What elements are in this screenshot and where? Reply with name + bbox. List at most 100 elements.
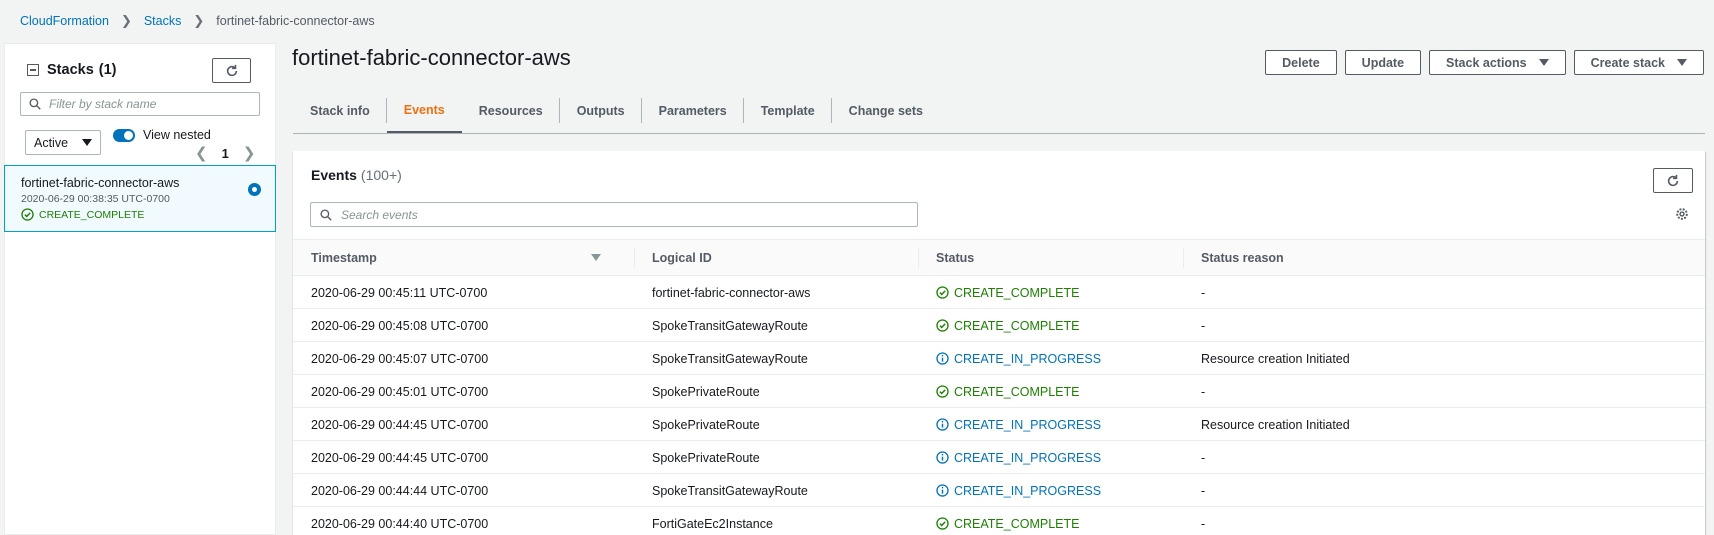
breadcrumb-stacks[interactable]: Stacks: [144, 14, 182, 28]
info-circle-icon[interactable]: [936, 451, 949, 464]
update-button[interactable]: Update: [1344, 50, 1422, 75]
status-cell: CREATE_COMPLETE: [936, 276, 1080, 309]
status-text: CREATE_IN_PROGRESS: [954, 483, 1102, 498]
check-circle-icon: [936, 286, 949, 299]
column-header-status-reason[interactable]: Status reason: [1183, 240, 1284, 275]
caret-down-icon: [1538, 59, 1549, 66]
delete-button[interactable]: Delete: [1265, 50, 1337, 75]
events-title: Events: [311, 167, 357, 183]
caret-down-icon: [1677, 59, 1687, 66]
create-stack-dropdown[interactable]: Create stack: [1573, 50, 1704, 75]
view-nested-control: View nested: [113, 128, 211, 142]
status-cell: CREATE_IN_PROGRESS: [936, 474, 1101, 507]
status-cell: CREATE_COMPLETE: [936, 309, 1080, 342]
status-text: CREATE_IN_PROGRESS: [954, 450, 1102, 465]
stack-date: 2020-06-29 00:38:35 UTC-0700: [21, 193, 170, 205]
status-reason-cell: -: [1201, 516, 1206, 531]
check-circle-icon: [936, 385, 949, 398]
info-circle-icon[interactable]: [936, 418, 949, 431]
stack-actions-bar: Delete Update Stack actions Create stack: [1265, 50, 1704, 75]
tab-stack-info[interactable]: Stack info: [293, 88, 387, 133]
status-reason-cell: Resource creation Initiated: [1201, 351, 1350, 366]
events-search-field: [310, 202, 918, 227]
info-circle-icon[interactable]: [936, 484, 949, 497]
caret-down-icon: [82, 139, 92, 146]
logical-id-cell: SpokePrivateRoute: [652, 450, 760, 465]
status-cell: CREATE_IN_PROGRESS: [936, 441, 1101, 474]
table-row: 2020-06-29 00:45:11 UTC-0700 fortinet-fab…: [293, 276, 1705, 309]
collapse-icon[interactable]: [27, 64, 39, 76]
tab-template[interactable]: Template: [744, 88, 832, 133]
gear-icon[interactable]: [1675, 207, 1689, 224]
column-header-logical-id[interactable]: Logical ID: [634, 240, 712, 275]
sidebar-refresh-button[interactable]: [212, 58, 251, 83]
create-stack-label: Create stack: [1590, 55, 1665, 70]
stack-name[interactable]: fortinet-fabric-connector-aws: [21, 176, 179, 190]
table-row: 2020-06-29 00:44:45 UTC-0700 SpokePrivate…: [293, 408, 1705, 441]
column-label: Status: [936, 250, 975, 265]
status-reason-cell: -: [1201, 285, 1206, 300]
sidebar-header: Stacks (1): [27, 62, 117, 78]
tab-events[interactable]: Events: [386, 88, 462, 133]
info-circle-icon[interactable]: [936, 352, 949, 365]
delete-label: Delete: [1282, 55, 1320, 70]
status-reason-cell: -: [1201, 483, 1206, 498]
chevron-right-icon[interactable]: ❯: [243, 144, 256, 162]
tab-change-sets[interactable]: Change sets: [832, 88, 940, 133]
stack-status: CREATE_COMPLETE: [21, 208, 144, 221]
events-refresh-button[interactable]: [1653, 168, 1693, 193]
status-text: CREATE_COMPLETE: [954, 318, 1080, 333]
timestamp-cell: 2020-06-29 00:45:01 UTC-0700: [311, 384, 489, 399]
refresh-icon: [1667, 174, 1679, 186]
sidebar-title: Stacks: [47, 62, 94, 78]
events-table-body: 2020-06-29 00:45:11 UTC-0700 fortinet-fab…: [293, 276, 1705, 535]
view-nested-label: View nested: [143, 128, 211, 142]
column-label: Timestamp: [311, 250, 377, 265]
stack-actions-dropdown[interactable]: Stack actions: [1429, 50, 1566, 75]
stack-filter-field: [20, 92, 260, 116]
logical-id-cell: SpokeTransitGatewayRoute: [652, 318, 808, 333]
logical-id-cell: SpokeTransitGatewayRoute: [652, 483, 808, 498]
breadcrumb-cloudformation[interactable]: CloudFormation: [20, 14, 109, 28]
stack-filter-input[interactable]: [49, 97, 239, 111]
stack-tabs: Stack info Events Resources Outputs Para…: [293, 88, 1705, 134]
check-circle-icon: [21, 208, 34, 221]
page-number[interactable]: 1: [222, 146, 229, 161]
column-header-timestamp[interactable]: Timestamp: [293, 240, 608, 275]
table-row: 2020-06-29 00:44:45 UTC-0700 SpokePrivate…: [293, 441, 1705, 474]
logical-id-cell: SpokePrivateRoute: [652, 384, 760, 399]
status-cell: CREATE_IN_PROGRESS: [936, 408, 1101, 441]
column-header-status[interactable]: Status: [918, 240, 974, 275]
check-circle-icon: [936, 319, 949, 332]
tab-resources[interactable]: Resources: [462, 88, 560, 133]
status-reason-cell: -: [1201, 450, 1206, 465]
events-search-input[interactable]: [341, 207, 901, 222]
status-text: CREATE_COMPLETE: [954, 516, 1080, 531]
chevron-right-icon: ❯: [193, 13, 205, 28]
tab-parameters[interactable]: Parameters: [642, 88, 744, 133]
timestamp-cell: 2020-06-29 00:45:08 UTC-0700: [311, 318, 489, 333]
table-row: 2020-06-29 00:44:44 UTC-0700 SpokeTransit…: [293, 474, 1705, 507]
view-nested-toggle[interactable]: [113, 128, 135, 142]
refresh-icon: [226, 64, 237, 76]
timestamp-cell: 2020-06-29 00:44:45 UTC-0700: [311, 450, 489, 465]
timestamp-cell: 2020-06-29 00:44:45 UTC-0700: [311, 417, 489, 432]
stack-select-radio[interactable]: [248, 183, 261, 196]
tab-outputs[interactable]: Outputs: [560, 88, 642, 133]
status-cell: CREATE_IN_PROGRESS: [936, 342, 1101, 375]
timestamp-cell: 2020-06-29 00:44:44 UTC-0700: [311, 483, 489, 498]
timestamp-cell: 2020-06-29 00:45:07 UTC-0700: [311, 351, 489, 366]
chevron-right-icon: ❯: [120, 13, 132, 28]
status-cell: CREATE_COMPLETE: [936, 507, 1080, 535]
breadcrumb-current: fortinet-fabric-connector-aws: [216, 14, 375, 28]
stacks-sidebar: Stacks (1) Active View nested ❮ 1 ❯ fort…: [4, 43, 276, 535]
sidebar-count: (1): [98, 62, 117, 78]
stack-status-select[interactable]: Active: [25, 130, 101, 155]
events-header: Events (100+): [311, 167, 402, 183]
sort-caret-icon[interactable]: [591, 254, 601, 261]
check-circle-icon: [936, 517, 949, 530]
stack-list-item[interactable]: fortinet-fabric-connector-aws 2020-06-29…: [4, 165, 276, 232]
chevron-left-icon[interactable]: ❮: [195, 144, 208, 162]
table-row: 2020-06-29 00:45:08 UTC-0700 SpokeTransit…: [293, 309, 1705, 342]
update-label: Update: [1361, 55, 1405, 70]
